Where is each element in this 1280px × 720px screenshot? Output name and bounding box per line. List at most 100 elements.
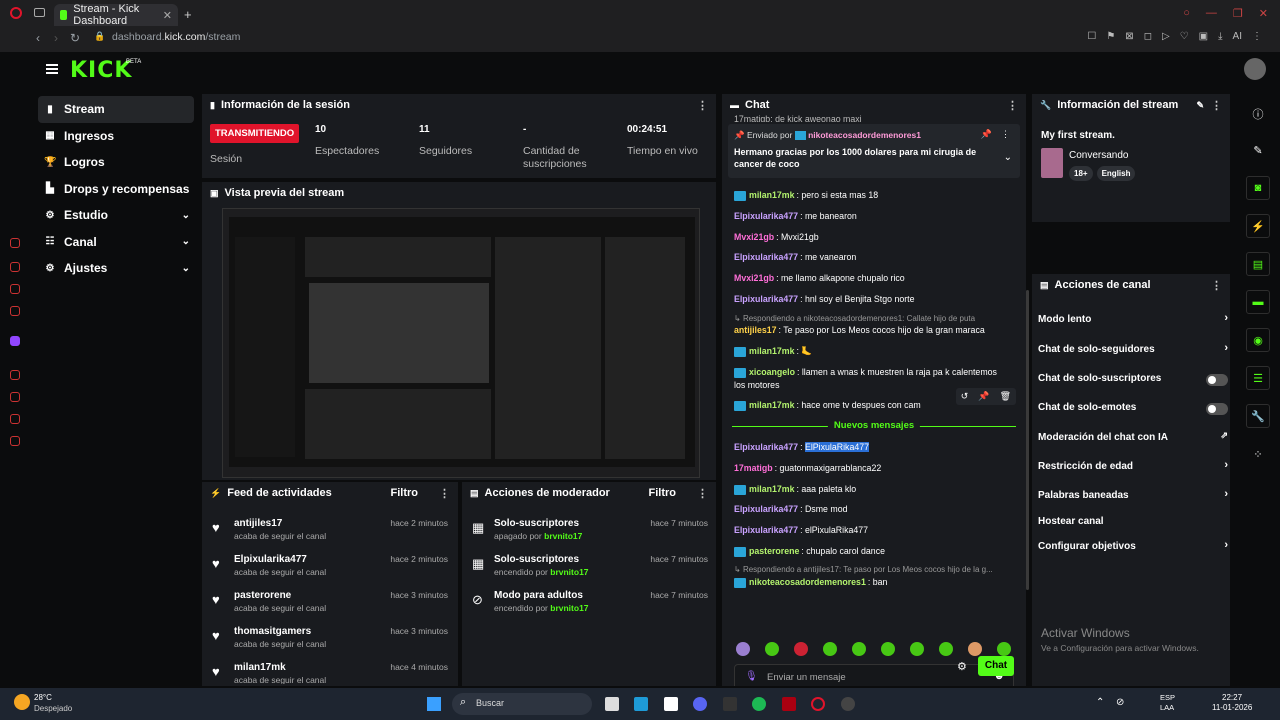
emote-icon[interactable] xyxy=(765,642,779,656)
hamburger-menu-icon[interactable] xyxy=(46,64,58,74)
broadcast-icon[interactable]: ◉ xyxy=(1246,328,1270,352)
info-icon[interactable]: ⓘ xyxy=(1246,102,1270,126)
user-avatar[interactable] xyxy=(1244,58,1266,80)
chat-user[interactable]: xicoangelo xyxy=(749,367,795,377)
sidebar-app-icon[interactable] xyxy=(10,336,20,346)
category-name[interactable]: Conversando xyxy=(1069,150,1128,161)
emote-icon[interactable] xyxy=(910,642,924,656)
chat-user[interactable]: antijiles17 xyxy=(734,325,777,335)
pin-icon[interactable]: 📌 xyxy=(978,391,989,402)
nav-item-estudio[interactable]: ⚙ Estudio ⌄ xyxy=(38,202,194,229)
kebab-menu-icon[interactable]: ⋮ xyxy=(1211,99,1222,112)
layout-icon[interactable]: ⁘ xyxy=(1246,442,1270,466)
stream-preview-video[interactable] xyxy=(222,208,700,478)
sidebar-app-icon[interactable] xyxy=(10,306,20,316)
emote-icon[interactable] xyxy=(939,642,953,656)
setting-banned-words[interactable]: Palabras baneadas › xyxy=(1038,488,1228,506)
new-tab-button[interactable]: + xyxy=(184,7,192,22)
kick-logo[interactable]: KICK xyxy=(70,58,132,83)
setting-slow-mode[interactable]: Modo lento › xyxy=(1038,312,1228,330)
delete-icon[interactable]: 🗑 xyxy=(1000,391,1011,402)
edit-icon[interactable]: ✎ xyxy=(1196,100,1204,111)
shield-icon[interactable]: ⊠ xyxy=(1125,31,1133,42)
reload-icon[interactable]: ↻ xyxy=(70,31,80,45)
taskview-icon[interactable] xyxy=(605,697,619,711)
reply-reference[interactable]: ↳ Respondiendo a nikoteacosadordemenores… xyxy=(734,314,1024,323)
network-icon[interactable]: ⊘ xyxy=(1116,697,1124,708)
emote-icon[interactable] xyxy=(852,642,866,656)
chat-user[interactable]: Elpixularika477 xyxy=(734,211,798,221)
document-icon[interactable]: ▤ xyxy=(1246,252,1270,276)
message-icon[interactable]: ▬ xyxy=(1246,290,1270,314)
start-icon[interactable] xyxy=(427,697,441,711)
emote-icon[interactable] xyxy=(881,642,895,656)
obs-icon[interactable] xyxy=(841,697,855,711)
sidebar-app-icon[interactable] xyxy=(10,414,20,424)
kebab-menu-icon[interactable]: ⋮ xyxy=(1211,279,1222,292)
chat-scrollbar[interactable] xyxy=(1026,290,1029,590)
nav-item-drops[interactable]: ▙ Drops y recompensas xyxy=(38,176,194,203)
setting-age-restriction[interactable]: Restricción de edad › xyxy=(1038,459,1228,477)
extension-icon[interactable]: ⚑ xyxy=(1106,31,1115,42)
timeout-icon[interactable]: ↺ xyxy=(961,391,969,402)
clock-time[interactable]: 22:27 xyxy=(1222,693,1242,702)
kebab-menu-icon[interactable]: ⋮ xyxy=(1007,99,1018,112)
mod-action-by[interactable]: brvnito17 xyxy=(550,603,588,613)
weather-temp[interactable]: 28°C xyxy=(34,693,52,702)
feed-user[interactable]: Elpixularika477 xyxy=(234,554,307,565)
filter-button[interactable]: Filtro xyxy=(391,487,419,499)
list-icon[interactable]: ☰ xyxy=(1246,366,1270,390)
chat-send-button[interactable]: Chat xyxy=(978,656,1014,676)
chat-settings-icon[interactable]: ⚙ xyxy=(957,660,967,673)
chat-user[interactable]: 17matigb xyxy=(734,463,773,473)
kebab-menu-icon[interactable]: ⋮ xyxy=(439,487,450,500)
feed-user[interactable]: antijiles17 xyxy=(234,518,282,529)
restore-icon[interactable]: ❐ xyxy=(1233,7,1243,20)
nav-item-logros[interactable]: 🏆 Logros xyxy=(38,149,194,176)
chat-user[interactable]: Elpixularika477 xyxy=(734,252,798,262)
tab-close-icon[interactable]: ✕ xyxy=(163,9,172,22)
chat-input[interactable]: 🎙 Enviar un mensaje ☻ xyxy=(734,664,1014,686)
sidebar-app-icon[interactable] xyxy=(10,284,20,294)
setting-host-channel[interactable]: Hostear canal xyxy=(1038,516,1228,532)
bookmark-icon[interactable]: ☐ xyxy=(1087,31,1096,42)
kebab-menu-icon[interactable]: ⋮ xyxy=(697,99,708,112)
browser-logo-icon[interactable] xyxy=(10,7,22,19)
subscribers-only-toggle[interactable] xyxy=(1206,374,1228,386)
chevron-down-icon[interactable]: ⌄ xyxy=(1004,152,1012,163)
lang-primary[interactable]: ESP xyxy=(1160,693,1175,702)
emotes-only-toggle[interactable] xyxy=(1206,403,1228,415)
chat-user[interactable]: Elpixularika477 xyxy=(734,442,798,452)
tray-chevron-icon[interactable]: ⌃ xyxy=(1096,697,1104,708)
ai-icon[interactable]: AI xyxy=(1233,31,1242,42)
heart-icon[interactable]: ♡ xyxy=(1180,31,1189,42)
discord-icon[interactable] xyxy=(693,697,707,711)
emote-icon[interactable] xyxy=(823,642,837,656)
sidebar-app-icon[interactable] xyxy=(10,262,20,272)
nav-item-ingresos[interactable]: ▦ Ingresos xyxy=(38,123,194,150)
kebab-menu-icon[interactable]: ⋮ xyxy=(697,487,708,500)
setting-followers-only[interactable]: Chat de solo-seguidores › xyxy=(1038,342,1228,360)
back-icon[interactable]: ‹ xyxy=(36,31,40,45)
browser-tab[interactable]: Stream - Kick Dashboard ✕ xyxy=(54,3,178,27)
chat-user[interactable]: milan17mk xyxy=(749,346,794,356)
app-icon[interactable] xyxy=(782,697,796,711)
emote-icon[interactable] xyxy=(997,642,1011,656)
chat-user[interactable]: nikoteacosadordemenores1 xyxy=(749,577,866,587)
edit-icon[interactable]: ✎ xyxy=(1246,138,1270,162)
chat-user[interactable]: Mvxi21gb xyxy=(734,232,774,242)
taskbar-search[interactable]: ⌕ Buscar xyxy=(452,693,592,715)
reply-reference[interactable]: ↳ Respondiendo a antijiles17: Te paso po… xyxy=(734,565,1024,574)
search-tabs-icon[interactable]: ○ xyxy=(1183,7,1190,20)
sidebar-app-icon[interactable] xyxy=(10,370,20,380)
feed-user[interactable]: pasterorene xyxy=(234,590,291,601)
app-icon[interactable] xyxy=(664,697,678,711)
setting-ai-moderation[interactable]: Moderación del chat con IA ⇗ xyxy=(1038,430,1228,448)
spotify-icon[interactable] xyxy=(752,697,766,711)
chat-user[interactable]: pasterorene xyxy=(749,546,799,556)
close-window-icon[interactable]: ✕ xyxy=(1259,7,1268,20)
unpin-icon[interactable]: 📌 xyxy=(981,129,992,140)
address-bar[interactable]: dashboard.kick.com/stream xyxy=(112,31,240,43)
emote-icon[interactable] xyxy=(736,642,750,656)
sidebar-app-icon[interactable] xyxy=(10,436,20,446)
